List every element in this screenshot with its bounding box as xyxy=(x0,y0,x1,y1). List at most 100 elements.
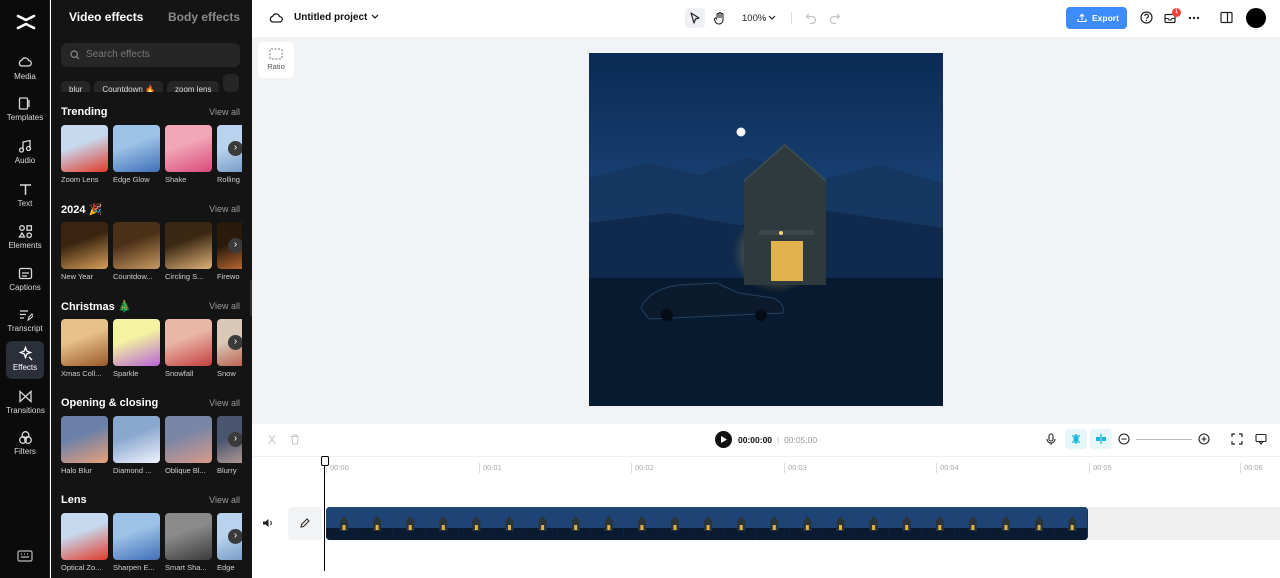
redo-icon[interactable] xyxy=(829,12,841,24)
video-clip[interactable] xyxy=(326,507,1088,540)
ruler-tick: 00:05 xyxy=(1089,463,1112,473)
ratio-icon xyxy=(269,48,283,60)
capcut-logo xyxy=(16,14,36,30)
view-all-link[interactable]: View all xyxy=(209,398,240,408)
effect-card[interactable]: Countdow... xyxy=(113,222,160,282)
delete-icon[interactable] xyxy=(290,434,300,445)
zoom-chevron-icon[interactable] xyxy=(768,15,776,21)
effect-card[interactable]: Sparkle xyxy=(113,319,160,379)
video-preview[interactable] xyxy=(589,53,943,406)
chip-more[interactable] xyxy=(223,74,240,92)
clip-frame xyxy=(690,507,724,540)
hand-icon[interactable] xyxy=(713,11,727,25)
media-icon xyxy=(6,52,44,72)
effect-thumbnail xyxy=(113,125,160,172)
effect-card[interactable]: Smart Sha... xyxy=(165,513,212,573)
elements-icon xyxy=(6,221,44,241)
left-nav: Media Templates Audio Text Elements Captions T… xyxy=(0,0,50,578)
cover-edit-button[interactable] xyxy=(288,507,322,540)
chevron-down-icon[interactable] xyxy=(371,14,379,20)
ruler-tick: 00:02 xyxy=(631,463,654,473)
help-icon[interactable] xyxy=(1140,11,1153,24)
nav-item-templates[interactable]: Templates xyxy=(6,91,44,129)
undo-icon[interactable] xyxy=(805,12,817,24)
effect-card[interactable]: Circling S... xyxy=(165,222,212,282)
split-icon[interactable] xyxy=(267,434,277,445)
effect-card[interactable]: Diamond ... xyxy=(113,416,160,476)
clip-frame xyxy=(954,507,988,540)
zoom-in-icon[interactable] xyxy=(1198,433,1210,445)
layout-panel-icon[interactable] xyxy=(1220,11,1233,24)
avatar[interactable] xyxy=(1246,8,1266,28)
magnet-toggle[interactable] xyxy=(1065,429,1087,449)
effect-thumbnail xyxy=(61,416,108,463)
microphone-icon[interactable] xyxy=(1046,433,1056,446)
zoom-out-icon[interactable] xyxy=(1118,433,1130,445)
effect-card[interactable]: Edge Glow xyxy=(113,125,160,185)
nav-item-effects[interactable]: Effects xyxy=(6,341,44,379)
scroll-right-arrow[interactable]: › xyxy=(228,141,242,156)
nav-item-filters[interactable]: Filters xyxy=(6,425,44,463)
section-title: 2024 🎉 xyxy=(61,204,103,216)
select-tool-button[interactable] xyxy=(685,8,705,28)
effect-card[interactable]: Sharpen E... xyxy=(113,513,160,573)
volume-icon[interactable] xyxy=(262,517,274,529)
nav-item-text[interactable]: Text xyxy=(6,177,44,215)
effect-card[interactable]: New Year xyxy=(61,222,108,282)
nav-item-transitions[interactable]: Transitions xyxy=(6,384,45,422)
keyboard-icon[interactable] xyxy=(17,549,33,563)
clip-frame xyxy=(392,507,426,540)
play-button[interactable] xyxy=(715,431,732,448)
timeline-ruler[interactable]: 00:00 00:01 00:02 00:03 00:04 00:05 00:0… xyxy=(252,456,1280,474)
app-root: Media Templates Audio Text Elements Captions T… xyxy=(0,0,1280,578)
zoom-slider[interactable] xyxy=(1136,439,1192,440)
scroll-right-arrow[interactable]: › xyxy=(228,432,242,447)
chip-zoom-lens[interactable]: zoom lens xyxy=(167,81,220,92)
effect-card[interactable]: Halo Blur xyxy=(61,416,108,476)
section-title: Christmas 🎄 xyxy=(61,301,132,313)
cloud-icon[interactable] xyxy=(269,11,283,25)
chip-blur[interactable]: blur xyxy=(61,81,91,92)
feedback-icon[interactable] xyxy=(1255,433,1267,445)
tab-video-effects[interactable]: Video effects xyxy=(69,10,143,24)
captions-icon xyxy=(6,263,44,283)
nav-item-elements[interactable]: Elements xyxy=(6,219,44,257)
link-toggle[interactable] xyxy=(1090,429,1112,449)
effect-label: Halo Blur xyxy=(61,466,92,475)
ruler-tick: 00:03 xyxy=(784,463,807,473)
nav-item-captions[interactable]: Captions xyxy=(6,261,44,299)
effect-card[interactable]: Optical Zo... xyxy=(61,513,108,573)
search-input[interactable]: Search effects xyxy=(61,43,240,67)
scroll-right-arrow[interactable]: › xyxy=(228,238,242,253)
effect-thumbnail xyxy=(165,416,212,463)
nav-item-audio[interactable]: Audio xyxy=(6,134,44,172)
effect-card[interactable]: Oblique Bl... xyxy=(165,416,212,476)
view-all-link[interactable]: View all xyxy=(209,301,240,311)
effect-thumbnails: Optical Zo... Sharpen E... Smart Sha... Edg… xyxy=(61,513,242,573)
export-button[interactable]: Export xyxy=(1066,7,1127,29)
effect-section: Opening & closing View all Halo Blur Diamon… xyxy=(61,397,242,481)
nav-item-transcript[interactable]: Transcript xyxy=(6,302,44,340)
zoom-level[interactable]: 100% xyxy=(742,13,766,24)
effect-card[interactable]: Xmas Coll... xyxy=(61,319,108,379)
playhead-handle[interactable] xyxy=(321,456,329,466)
tab-body-effects[interactable]: Body effects xyxy=(168,10,240,24)
view-all-link[interactable]: View all xyxy=(209,107,240,117)
view-all-link[interactable]: View all xyxy=(209,495,240,505)
fullscreen-icon[interactable] xyxy=(1231,433,1243,445)
chip-countdown[interactable]: Countdown 🔥 xyxy=(94,81,163,92)
effect-label: Diamond ... xyxy=(113,466,152,475)
effect-thumbnail xyxy=(165,319,212,366)
effect-thumbnail xyxy=(113,222,160,269)
effect-card[interactable]: Zoom Lens xyxy=(61,125,108,185)
view-all-link[interactable]: View all xyxy=(209,204,240,214)
nav-item-media[interactable]: Media xyxy=(6,50,44,88)
effect-card[interactable]: Shake xyxy=(165,125,212,185)
effect-card[interactable]: Snowfall xyxy=(165,319,212,379)
project-name[interactable]: Untitled project xyxy=(294,12,367,23)
scroll-right-arrow[interactable]: › xyxy=(228,529,242,544)
ratio-button[interactable]: Ratio xyxy=(258,42,294,78)
more-icon[interactable] xyxy=(1188,16,1200,20)
scroll-right-arrow[interactable]: › xyxy=(228,335,242,350)
section-title: Lens xyxy=(61,494,87,506)
